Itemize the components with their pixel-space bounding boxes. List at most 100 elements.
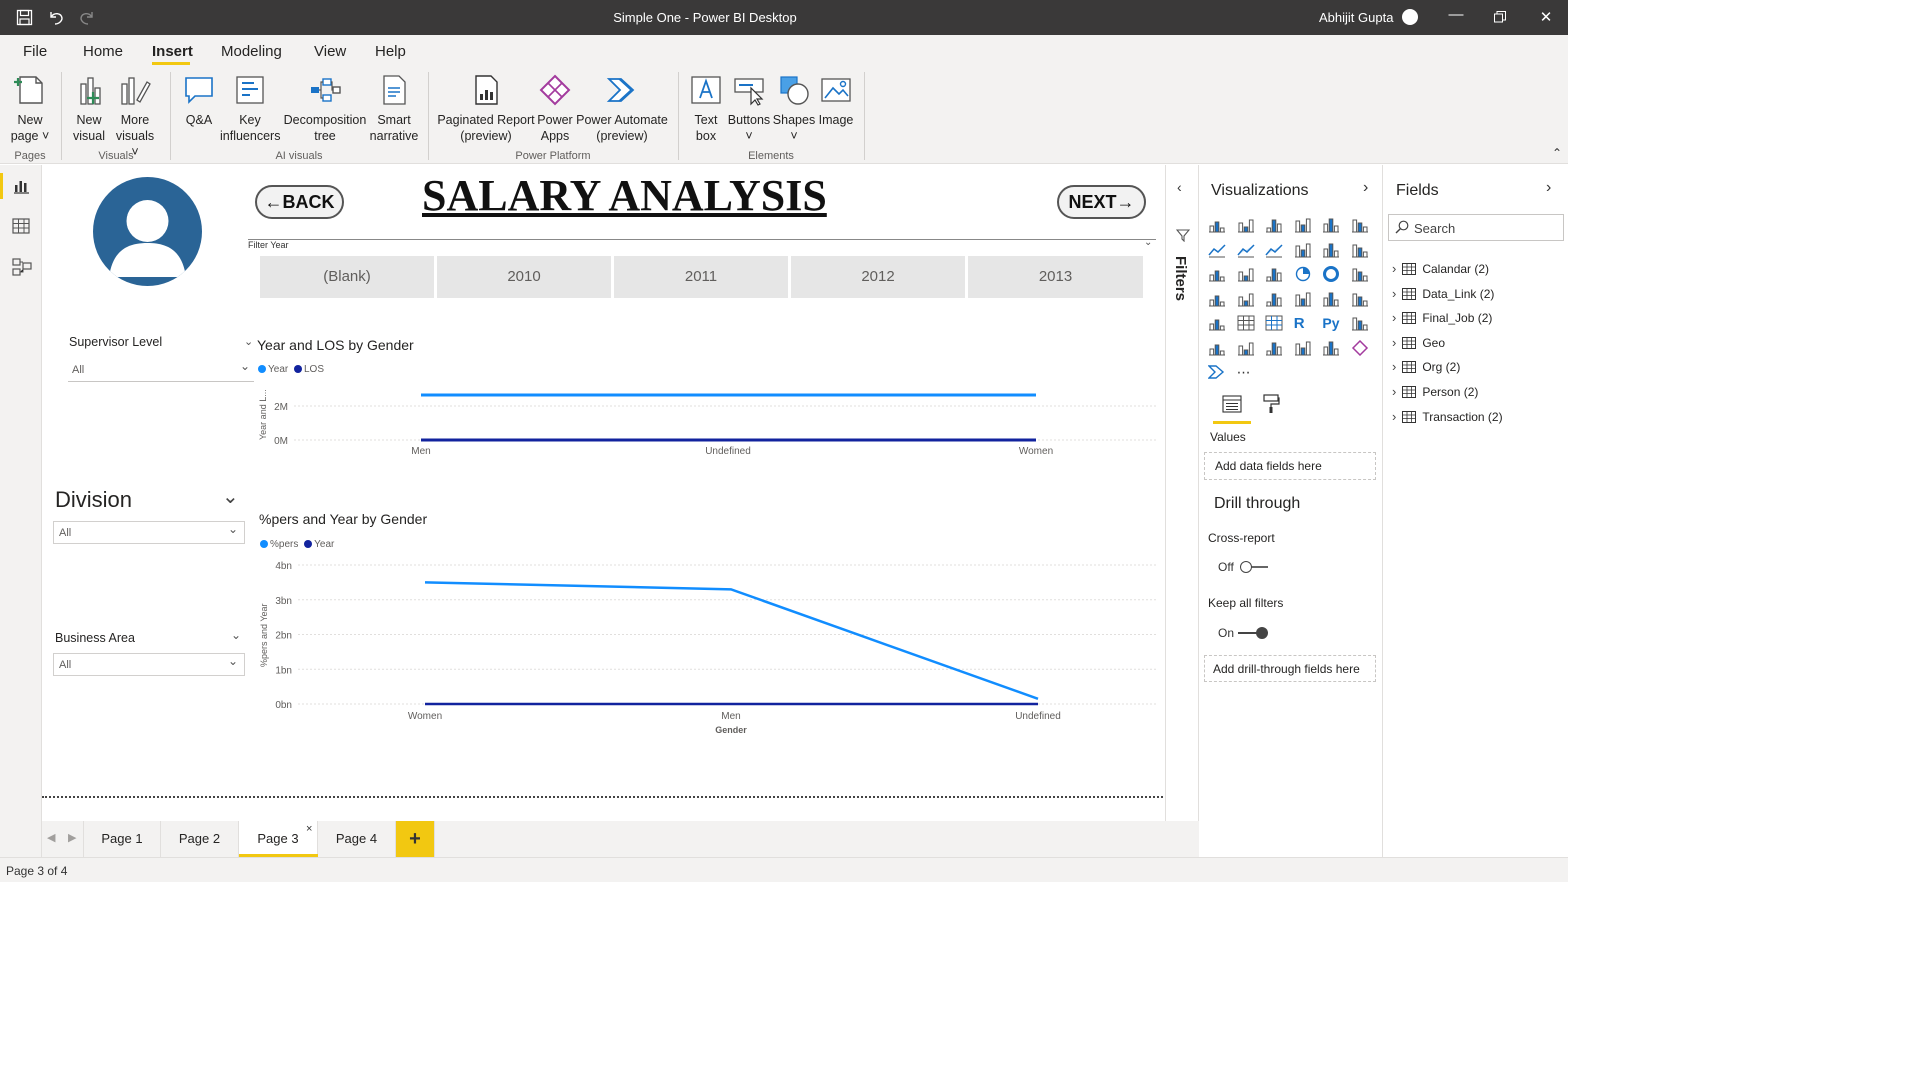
chevron-right-icon[interactable]: ›	[1392, 335, 1396, 350]
fields-tab-icon[interactable]	[1222, 395, 1242, 416]
card-icon[interactable]	[1294, 291, 1312, 307]
filters-label[interactable]: Filters	[1172, 256, 1189, 301]
field-table-item[interactable]: › Data_Link (2)	[1392, 286, 1562, 303]
filled-map-icon[interactable]	[1237, 291, 1255, 307]
collapse-pane-icon[interactable]: ›	[1546, 179, 1551, 197]
shapes-button[interactable]: Shapes ˅	[772, 74, 816, 144]
scatter-icon[interactable]	[1265, 266, 1283, 282]
table-icon[interactable]	[1237, 315, 1255, 331]
smart-narrative-icon[interactable]	[1265, 340, 1283, 356]
buttons-button[interactable]: Buttons ˅	[726, 74, 772, 144]
business-area-dropdown[interactable]: All ⌄	[53, 653, 245, 676]
tab-file[interactable]: File	[23, 43, 47, 60]
collapse-ribbon-icon[interactable]: ⌃	[1552, 146, 1562, 160]
supervisor-level-dropdown[interactable]: All ⌄	[68, 358, 254, 382]
line-clustered-icon[interactable]	[1322, 242, 1340, 258]
paginated-icon[interactable]	[1294, 340, 1312, 356]
restore-icon[interactable]	[1490, 8, 1510, 27]
ribbon-icon[interactable]	[1351, 242, 1369, 258]
kpi-icon[interactable]	[1351, 291, 1369, 307]
key-influencers-icon[interactable]	[1351, 315, 1369, 331]
gauge-icon[interactable]	[1265, 291, 1283, 307]
chevron-down-icon[interactable]: ⌄	[1144, 237, 1152, 248]
tab-home[interactable]: Home	[83, 43, 123, 60]
area-icon[interactable]	[1237, 242, 1255, 258]
decomposition-tree-button[interactable]: Decomposition tree	[282, 74, 368, 144]
donut-icon[interactable]	[1322, 266, 1340, 282]
tab-view[interactable]: View	[314, 43, 346, 60]
decomposition-tree-icon[interactable]	[1208, 340, 1226, 356]
year-tile-2010[interactable]: 2010	[437, 256, 611, 298]
multi-row-card-icon[interactable]	[1322, 291, 1340, 307]
field-table-item[interactable]: › Org (2)	[1392, 359, 1562, 376]
100-bar-icon[interactable]	[1322, 217, 1340, 233]
field-table-item[interactable]: › Transaction (2)	[1392, 409, 1562, 426]
add-data-fields-well[interactable]: Add data fields here	[1204, 452, 1376, 480]
data-view-icon[interactable]	[12, 218, 30, 237]
chart-1-plot[interactable]: 2M 0M Year and L... Men Undefined Women	[250, 378, 1160, 462]
page-tab-2[interactable]: Page 2	[161, 821, 239, 857]
chevron-right-icon[interactable]: ›	[1392, 409, 1396, 424]
field-table-item[interactable]: › Geo	[1392, 335, 1562, 352]
r-visual-icon[interactable]: R	[1294, 315, 1312, 332]
pie-icon[interactable]	[1294, 266, 1312, 282]
slicer-icon[interactable]	[1208, 315, 1226, 331]
more-icon[interactable]: ⋯	[1237, 364, 1255, 380]
chevron-down-icon[interactable]: ⌄	[222, 484, 239, 509]
image-button[interactable]: Image	[816, 74, 856, 128]
line-column-icon[interactable]	[1294, 242, 1312, 258]
power-apps-button[interactable]: Power Apps	[533, 74, 577, 144]
user-avatar[interactable]	[1402, 9, 1418, 25]
qa-icon[interactable]	[1237, 340, 1255, 356]
qa-button[interactable]: Q&A	[178, 74, 220, 128]
year-tile-2012[interactable]: 2012	[791, 256, 965, 298]
treemap-icon[interactable]	[1351, 266, 1369, 282]
expand-filters-icon[interactable]: ‹	[1177, 179, 1182, 195]
year-tile-2013[interactable]: 2013	[968, 256, 1143, 298]
keep-filters-toggle[interactable]	[1238, 627, 1270, 639]
field-table-item[interactable]: › Final_Job (2)	[1392, 310, 1562, 327]
tab-help[interactable]: Help	[375, 43, 406, 60]
waterfall-icon[interactable]	[1208, 266, 1226, 282]
chevron-right-icon[interactable]: ›	[1392, 286, 1396, 301]
more-visuals-button[interactable]: More visuals ˅	[111, 74, 159, 160]
user-name[interactable]: Abhijit Gupta	[1319, 10, 1393, 25]
chevron-right-icon[interactable]: ›	[1392, 310, 1396, 325]
new-visual-button[interactable]: New visual	[68, 74, 110, 144]
next-button[interactable]: NEXT→	[1057, 185, 1146, 219]
cross-report-toggle[interactable]	[1238, 561, 1270, 573]
minimize-icon[interactable]: —	[1446, 6, 1466, 23]
map-icon[interactable]	[1208, 291, 1226, 307]
fields-search-input[interactable]: Search	[1388, 214, 1564, 241]
matrix-icon[interactable]	[1265, 315, 1283, 331]
scroll-right-icon[interactable]: ▶	[68, 831, 76, 844]
stacked-area-icon[interactable]	[1265, 242, 1283, 258]
stacked-column-icon[interactable]	[1237, 217, 1255, 233]
back-button[interactable]: ←BACK	[255, 185, 344, 219]
year-tile-2011[interactable]: 2011	[614, 256, 788, 298]
clustered-column-icon[interactable]	[1294, 217, 1312, 233]
add-page-button[interactable]: +	[396, 821, 435, 857]
chevron-right-icon[interactable]: ›	[1392, 261, 1396, 276]
key-influencers-button[interactable]: Key influencers	[220, 74, 280, 144]
line-icon[interactable]	[1208, 242, 1226, 258]
close-page-icon[interactable]: ×	[306, 823, 312, 835]
chevron-down-icon[interactable]: ⌄	[231, 628, 241, 642]
scroll-left-icon[interactable]: ◀	[47, 831, 55, 844]
funnel-icon[interactable]	[1237, 266, 1255, 282]
tab-insert[interactable]: Insert	[152, 43, 193, 60]
page-tab-1[interactable]: Page 1	[83, 821, 161, 857]
report-view-icon[interactable]	[12, 178, 30, 197]
chevron-down-icon[interactable]: ⌄	[244, 335, 253, 348]
stacked-bar-icon[interactable]	[1208, 217, 1226, 233]
arcgis-icon[interactable]	[1322, 340, 1340, 356]
page-tab-4[interactable]: Page 4	[318, 821, 396, 857]
chevron-right-icon[interactable]: ›	[1392, 359, 1396, 374]
power-automate-button[interactable]: Power Automate (preview)	[575, 74, 669, 144]
python-visual-icon[interactable]: Py	[1322, 315, 1340, 331]
text-box-button[interactable]: Text box	[688, 74, 724, 144]
tab-modeling[interactable]: Modeling	[221, 43, 282, 60]
format-paint-roller-icon[interactable]	[1262, 394, 1280, 417]
field-table-item[interactable]: › Person (2)	[1392, 384, 1562, 401]
chart-2-plot[interactable]: 4bn 3bn 2bn 1bn 0bn %pers and Year Women Men Und…	[250, 555, 1160, 745]
